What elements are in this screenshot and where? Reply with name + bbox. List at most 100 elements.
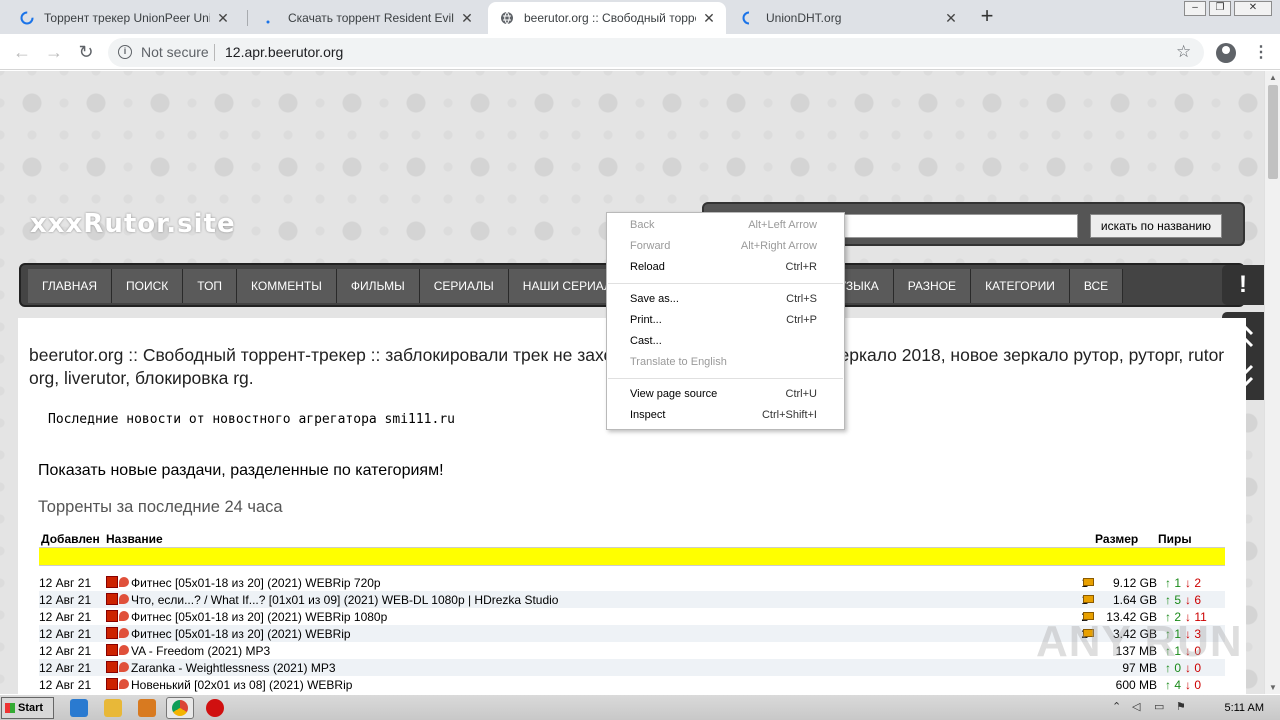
scrollbar-thumb[interactable]	[1268, 85, 1278, 179]
menu-item-translate-to-english[interactable]: Translate to English	[607, 352, 844, 373]
volume-icon[interactable]: ◁	[1132, 701, 1144, 713]
row-title-link[interactable]: Фитнес [05x01-18 из 20] (2021) WEBRip 10…	[131, 610, 387, 624]
info-icon[interactable]: i	[118, 45, 132, 59]
alert-button[interactable]: !	[1222, 265, 1264, 305]
magnet-icon[interactable]	[119, 628, 129, 638]
menu-item-shortcut: Ctrl+Shift+I	[761, 409, 817, 421]
scroll-down-arrow-icon[interactable]: ▼	[1269, 683, 1277, 692]
download-icon[interactable]	[106, 661, 118, 673]
row-date: 12 Авг 21	[39, 661, 92, 675]
menu-item-forward[interactable]: Forward Alt+Right Arrow	[607, 236, 844, 257]
new-tab-button[interactable]: +	[976, 5, 998, 28]
context-menu: Back Alt+Left Arrow Forward Alt+Right Arrow…	[606, 212, 845, 430]
nav-item[interactable]: КАТЕГОРИИ	[971, 269, 1070, 303]
table-row: 12 Авг 21 Фитнес [05x01-18 из 20] (2021) …	[39, 574, 1225, 591]
menu-item-back[interactable]: Back Alt+Left Arrow	[607, 215, 844, 236]
menu-kebab-icon[interactable]: ⋮	[1253, 42, 1269, 62]
nav-item[interactable]: КОММЕНТЫ	[237, 269, 337, 303]
stop-icon[interactable]	[206, 699, 224, 717]
menu-item-view-page-source[interactable]: View page source Ctrl+U	[607, 384, 844, 405]
header-added: Добавлен	[41, 532, 100, 546]
page-scrollbar[interactable]: ▲ ▼	[1264, 71, 1280, 694]
tab-beerutor[interactable]: beerutor.org :: Свободный торрен ✕	[488, 2, 726, 34]
magnet-icon[interactable]	[119, 645, 129, 655]
row-title-link[interactable]: Zaranka - Weightlessness (2021) MP3	[131, 661, 336, 675]
magnet-icon[interactable]	[119, 662, 129, 672]
nav-item[interactable]: РАЗНОЕ	[894, 269, 972, 303]
nav-item[interactable]: ВСЕ	[1070, 269, 1124, 303]
close-window-button[interactable]: ✕	[1234, 1, 1272, 16]
minimize-button[interactable]: –	[1184, 1, 1206, 16]
browser-toolbar: ← → ↻ i Not secure 12.apr.beerutor.org	[0, 34, 1280, 70]
download-icon[interactable]	[106, 593, 118, 605]
media-player-icon[interactable]	[138, 699, 156, 717]
browser-window: Торрент трекер UnionPeer UnionDH ✕ Скача…	[0, 0, 1280, 720]
tab-strip: Торрент трекер UnionPeer UnionDH ✕ Скача…	[0, 0, 1280, 34]
url-text[interactable]: 12.apr.beerutor.org	[225, 44, 343, 60]
forward-button[interactable]: →	[42, 40, 66, 64]
menu-item-inspect[interactable]: Inspect Ctrl+Shift+I	[607, 405, 844, 426]
maximize-button[interactable]: ❐	[1209, 1, 1231, 16]
row-size: 9.12 GB	[1112, 576, 1157, 590]
nav-item[interactable]: СЕРИАЛЫ	[420, 269, 509, 303]
news-line[interactable]: Последние новости от новостного агрегато…	[48, 412, 455, 427]
address-bar[interactable]: i Not secure 12.apr.beerutor.org	[108, 38, 1204, 67]
clock[interactable]: 5:11 AM	[1224, 702, 1264, 714]
site-logo[interactable]: xxxRutor.site	[30, 209, 236, 239]
header-size: Размер	[1095, 532, 1139, 546]
tab-resident-evil[interactable]: Скачать торрент Resident Evil 7: Bi ✕	[252, 2, 484, 34]
tab-uniondht[interactable]: UnionDHT.org ✕	[730, 2, 968, 34]
row-title-link[interactable]: Фитнес [05x01-18 из 20] (2021) WEBRip 72…	[131, 576, 381, 590]
row-seeders: ↑ 5	[1165, 593, 1182, 607]
row-title-link[interactable]: VA - Freedom (2021) MP3	[131, 644, 270, 658]
table-row: 12 Авг 21 Что, если...? / What If...? [01…	[39, 591, 1225, 608]
folder-icon[interactable]	[104, 699, 122, 717]
tab-close-button[interactable]: ✕	[216, 10, 230, 27]
chrome-taskbar-button[interactable]	[166, 697, 194, 719]
nav-item[interactable]: ГЛАВНАЯ	[28, 269, 113, 303]
tray-expand-icon[interactable]: ⌃	[1112, 701, 1124, 713]
magnet-icon[interactable]	[119, 611, 129, 621]
search-input[interactable]	[808, 214, 1078, 238]
nav-item[interactable]: ТОП	[183, 269, 238, 303]
flag-icon[interactable]: ⚑	[1176, 701, 1188, 713]
download-icon[interactable]	[106, 644, 118, 656]
reload-button[interactable]: ↻	[74, 40, 98, 64]
row-title-link[interactable]: Фитнес [05x01-18 из 20] (2021) WEBRip	[131, 627, 351, 641]
magnet-icon[interactable]	[119, 594, 129, 604]
menu-item-print[interactable]: Print... Ctrl+P	[607, 310, 844, 331]
menu-item-reload[interactable]: Reload Ctrl+R	[607, 257, 844, 278]
row-size: 1.64 GB	[1112, 593, 1157, 607]
tab-separator	[247, 10, 248, 26]
bookmark-star-icon[interactable]: ☆	[1176, 42, 1191, 62]
watermark: ANY RUN	[1036, 617, 1243, 666]
tab-title: beerutor.org :: Свободный торрен	[524, 11, 696, 25]
ie-icon[interactable]	[70, 699, 88, 717]
account-icon[interactable]	[1216, 43, 1236, 63]
back-button[interactable]: ←	[10, 40, 34, 64]
security-label: Not secure	[141, 44, 209, 60]
row-leechers: ↓ 0	[1185, 678, 1202, 692]
menu-item-cast[interactable]: Cast...	[607, 331, 844, 352]
magnet-icon[interactable]	[119, 577, 129, 587]
search-button[interactable]: искать по названию	[1090, 214, 1222, 238]
menu-item-save-as[interactable]: Save as... Ctrl+S	[607, 289, 844, 310]
row-title-link[interactable]: Новенький [02x01 из 08] (2021) WEBRip	[131, 678, 352, 692]
tab-close-button[interactable]: ✕	[460, 10, 474, 27]
scroll-up-arrow-icon[interactable]: ▲	[1269, 73, 1277, 82]
download-icon[interactable]	[106, 627, 118, 639]
header-peers: Пиры	[1158, 532, 1192, 546]
show-new-link[interactable]: Показать новые раздачи, разделенные по к…	[38, 462, 444, 480]
magnet-icon[interactable]	[119, 679, 129, 689]
download-icon[interactable]	[106, 576, 118, 588]
download-icon[interactable]	[106, 678, 118, 690]
network-icon[interactable]: ▭	[1154, 701, 1166, 713]
tab-close-button[interactable]: ✕	[702, 10, 716, 27]
row-title-link[interactable]: Что, если...? / What If...? [01x01 из 09…	[131, 593, 558, 607]
download-icon[interactable]	[106, 610, 118, 622]
nav-item[interactable]: ФИЛЬМЫ	[337, 269, 420, 303]
nav-item[interactable]: ПОИСК	[112, 269, 184, 303]
tab-unionpeer[interactable]: Торрент трекер UnionPeer UnionDH ✕	[8, 2, 240, 34]
tab-close-button[interactable]: ✕	[944, 10, 958, 27]
start-button[interactable]: Start	[1, 697, 54, 719]
